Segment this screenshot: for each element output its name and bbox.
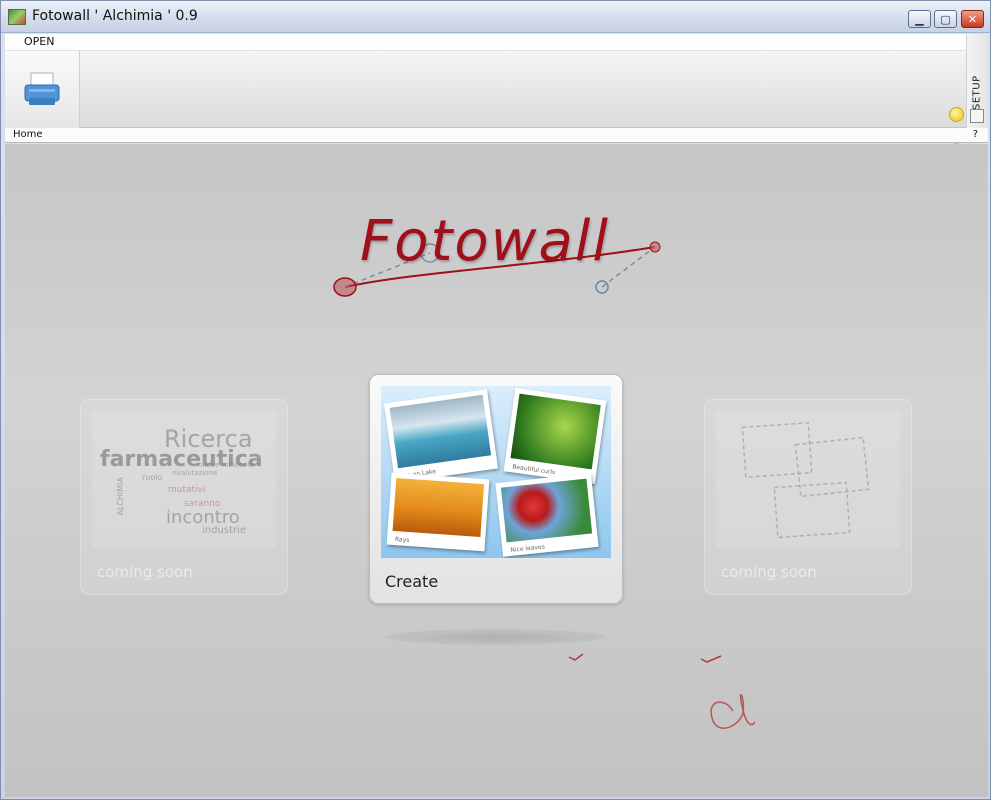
fotowall-logo: Fotowall xyxy=(330,209,670,309)
close-button[interactable]: ✕ xyxy=(961,10,984,28)
logo-text: Fotowall xyxy=(360,209,610,274)
coming-soon-label: coming soon xyxy=(97,563,193,581)
create-card[interactable]: Ice on Lake Beautiful curls Rays Nice le… xyxy=(369,374,623,604)
wordcloud-word: rivalutazione xyxy=(172,469,218,477)
ice-lake-image xyxy=(389,394,492,469)
setup-toggle[interactable]: SETUP xyxy=(966,73,988,113)
app-window: Fotowall ' Alchimia ' 0.9 ▁ ▢ ✕ OPEN SET… xyxy=(0,0,991,800)
window-title: Fotowall ' Alchimia ' 0.9 xyxy=(32,8,198,24)
minimize-button[interactable]: ▁ xyxy=(908,10,931,28)
setup-checkbox[interactable] xyxy=(970,109,984,123)
photo-nice-leaves: Nice leaves xyxy=(495,473,599,557)
create-preview-collage: Ice on Lake Beautiful curls Rays Nice le… xyxy=(381,386,611,558)
menu-bar: OPEN xyxy=(5,34,966,51)
handwritten-doodle xyxy=(568,653,755,729)
open-menu[interactable]: OPEN xyxy=(24,35,54,48)
rays-image xyxy=(392,478,485,538)
card-coming-soon-left: Ricerca farmaceutica ALCHIMIA incontro i… xyxy=(80,399,288,595)
leaves-image xyxy=(500,478,593,543)
fotowall-app-icon xyxy=(8,9,26,25)
layout-preview xyxy=(716,411,900,548)
main-canvas: Fotowall Ricerca farmaceutica ALCHIMIA i… xyxy=(5,144,988,797)
maximize-button[interactable]: ▢ xyxy=(934,10,957,28)
photo-caption: Beautiful curls xyxy=(511,463,556,477)
printer-icon[interactable] xyxy=(23,71,61,107)
smiley-icon[interactable] xyxy=(949,107,964,122)
wordcloud-word: saranno xyxy=(184,499,221,509)
breadcrumb-home[interactable]: Home xyxy=(13,129,43,140)
open-panel[interactable] xyxy=(5,51,80,128)
photo-rays: Rays xyxy=(386,472,490,552)
wordcloud-word: industrie xyxy=(202,525,246,536)
photo-caption: Rays xyxy=(394,536,410,545)
fern-image xyxy=(510,393,601,470)
wordcloud-word: nuove molecole xyxy=(198,461,254,469)
toolbar-ribbon xyxy=(5,51,966,167)
wordcloud-word: ALCHIMIA xyxy=(116,477,125,516)
breadcrumb-bar: Home ? xyxy=(5,128,988,143)
wordcloud-word: ruolo xyxy=(142,473,163,482)
photo-ice-on-lake: Ice on Lake xyxy=(383,389,499,483)
help-button[interactable]: ? xyxy=(973,129,978,140)
wordcloud-preview: Ricerca farmaceutica ALCHIMIA incontro i… xyxy=(92,411,276,548)
title-bar[interactable]: Fotowall ' Alchimia ' 0.9 ▁ ▢ ✕ xyxy=(1,1,990,33)
photo-caption: Nice leaves xyxy=(510,543,546,554)
dashed-frames-graphic xyxy=(741,421,870,539)
coming-soon-label: coming soon xyxy=(721,563,817,581)
wordcloud-word: mutativi xyxy=(168,485,206,495)
create-label: Create xyxy=(385,572,439,591)
card-coming-soon-right: coming soon xyxy=(704,399,912,595)
photo-beautiful-curls: Beautiful curls xyxy=(503,388,607,484)
